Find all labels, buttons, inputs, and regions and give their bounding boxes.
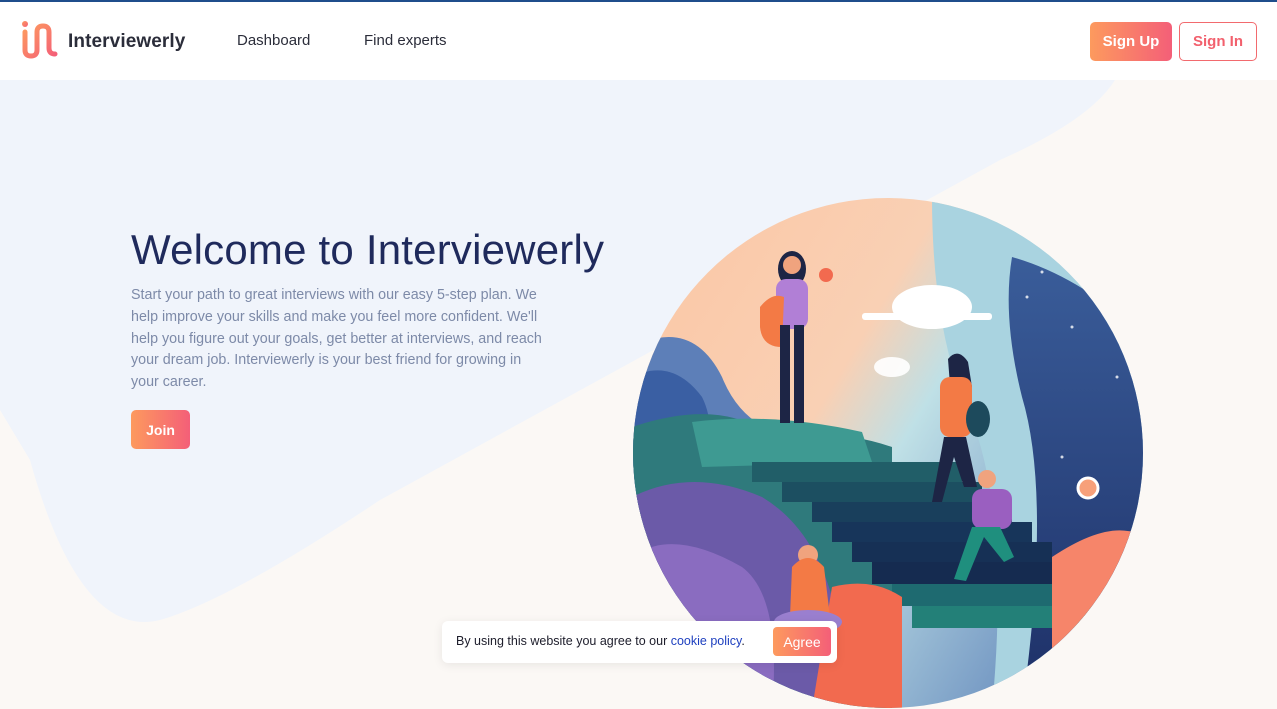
cookie-text-prefix: By using this website you agree to our bbox=[456, 634, 671, 648]
navbar: Interviewerly Dashboard Find experts Sig… bbox=[0, 2, 1277, 80]
sign-up-button[interactable]: Sign Up bbox=[1090, 22, 1172, 61]
agree-button[interactable]: Agree bbox=[773, 627, 831, 656]
hero-title: Welcome to Interviewerly bbox=[131, 226, 605, 273]
hero-description: Start your path to great interviews with… bbox=[131, 287, 542, 391]
cookie-policy-link[interactable]: cookie policy bbox=[671, 634, 742, 648]
brand-name[interactable]: Interviewerly bbox=[68, 31, 185, 53]
nav-link-dashboard[interactable]: Dashboard bbox=[237, 32, 310, 49]
interviewerly-logo-icon[interactable] bbox=[20, 20, 60, 60]
cookie-text: By using this website you agree to our c… bbox=[456, 634, 745, 648]
join-button[interactable]: Join bbox=[131, 410, 190, 449]
nav-link-find-experts[interactable]: Find experts bbox=[364, 32, 447, 49]
sign-in-button[interactable]: Sign In bbox=[1179, 22, 1257, 61]
cookie-text-suffix: . bbox=[741, 634, 745, 648]
